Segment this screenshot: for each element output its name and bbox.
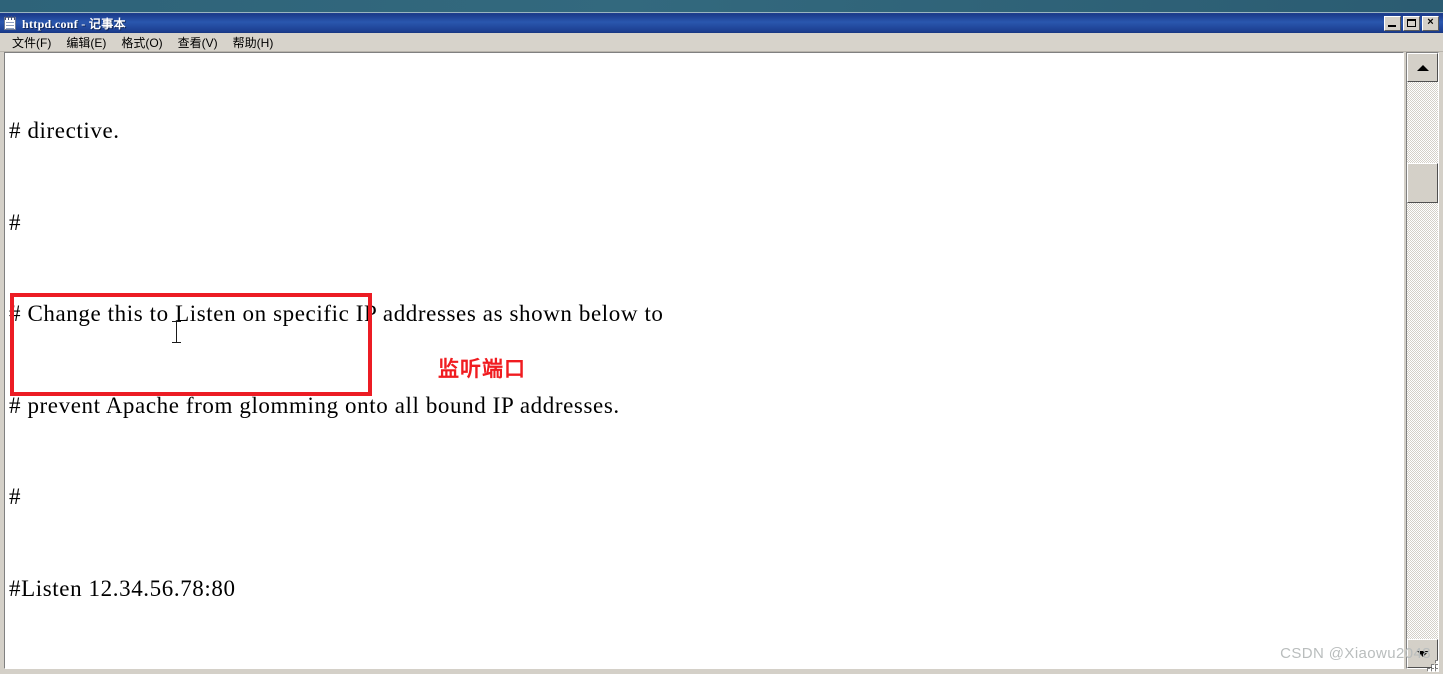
editor-line: # (9, 484, 22, 509)
menu-item-edit[interactable]: 编辑(E) (60, 33, 115, 52)
notepad-window: httpd.conf - 记事本 × 文件(F) 编辑(E) 格式(O) 查看(… (0, 12, 1443, 674)
editor-line: #Listen 12.34.56.78:80 (9, 575, 236, 601)
editor-line: # directive. (9, 118, 120, 143)
desktop-background: httpd.conf - 记事本 × 文件(F) 编辑(E) 格式(O) 查看(… (0, 0, 1443, 674)
editor-line: # prevent Apache from glomming onto all … (9, 392, 620, 418)
menu-bar: 文件(F) 编辑(E) 格式(O) 查看(V) 帮助(H) (0, 33, 1443, 52)
watermark-text: CSDN @Xiaowu2048 (1280, 645, 1431, 662)
scroll-up-arrow-icon (1416, 64, 1429, 71)
annotation-label: 监听端口 (438, 357, 526, 381)
menu-item-help[interactable]: 帮助(H) (227, 33, 283, 52)
menu-item-view[interactable]: 查看(V) (172, 33, 227, 52)
editor-line: # (9, 209, 22, 235)
notepad-icon (3, 15, 18, 31)
menu-item-format[interactable]: 格式(O) (115, 33, 171, 52)
text-editor[interactable]: # directive. # # Change this to Listen o… (4, 52, 1404, 669)
close-button[interactable]: × (1422, 15, 1439, 31)
minimize-button[interactable] (1384, 15, 1401, 31)
text-cursor-icon (172, 321, 181, 343)
window-titlebar[interactable]: httpd.conf - 记事本 × (0, 13, 1443, 33)
editor-line-listen-80: Listen 80 (9, 665, 1403, 668)
editor-line: # Change this to Listen on specific IP a… (9, 301, 664, 326)
window-title: httpd.conf - 记事本 (22, 16, 126, 31)
editor-text[interactable]: # directive. # # Change this to Listen o… (5, 53, 1403, 668)
editor-area: # directive. # # Change this to Listen o… (0, 52, 1443, 674)
menu-item-file[interactable]: 文件(F) (6, 33, 60, 52)
scroll-up-button[interactable] (1407, 53, 1438, 82)
scrollbar-thumb[interactable] (1407, 163, 1438, 203)
vertical-scrollbar[interactable] (1406, 52, 1439, 669)
window-controls: × (1384, 15, 1441, 31)
maximize-button[interactable] (1403, 15, 1420, 31)
